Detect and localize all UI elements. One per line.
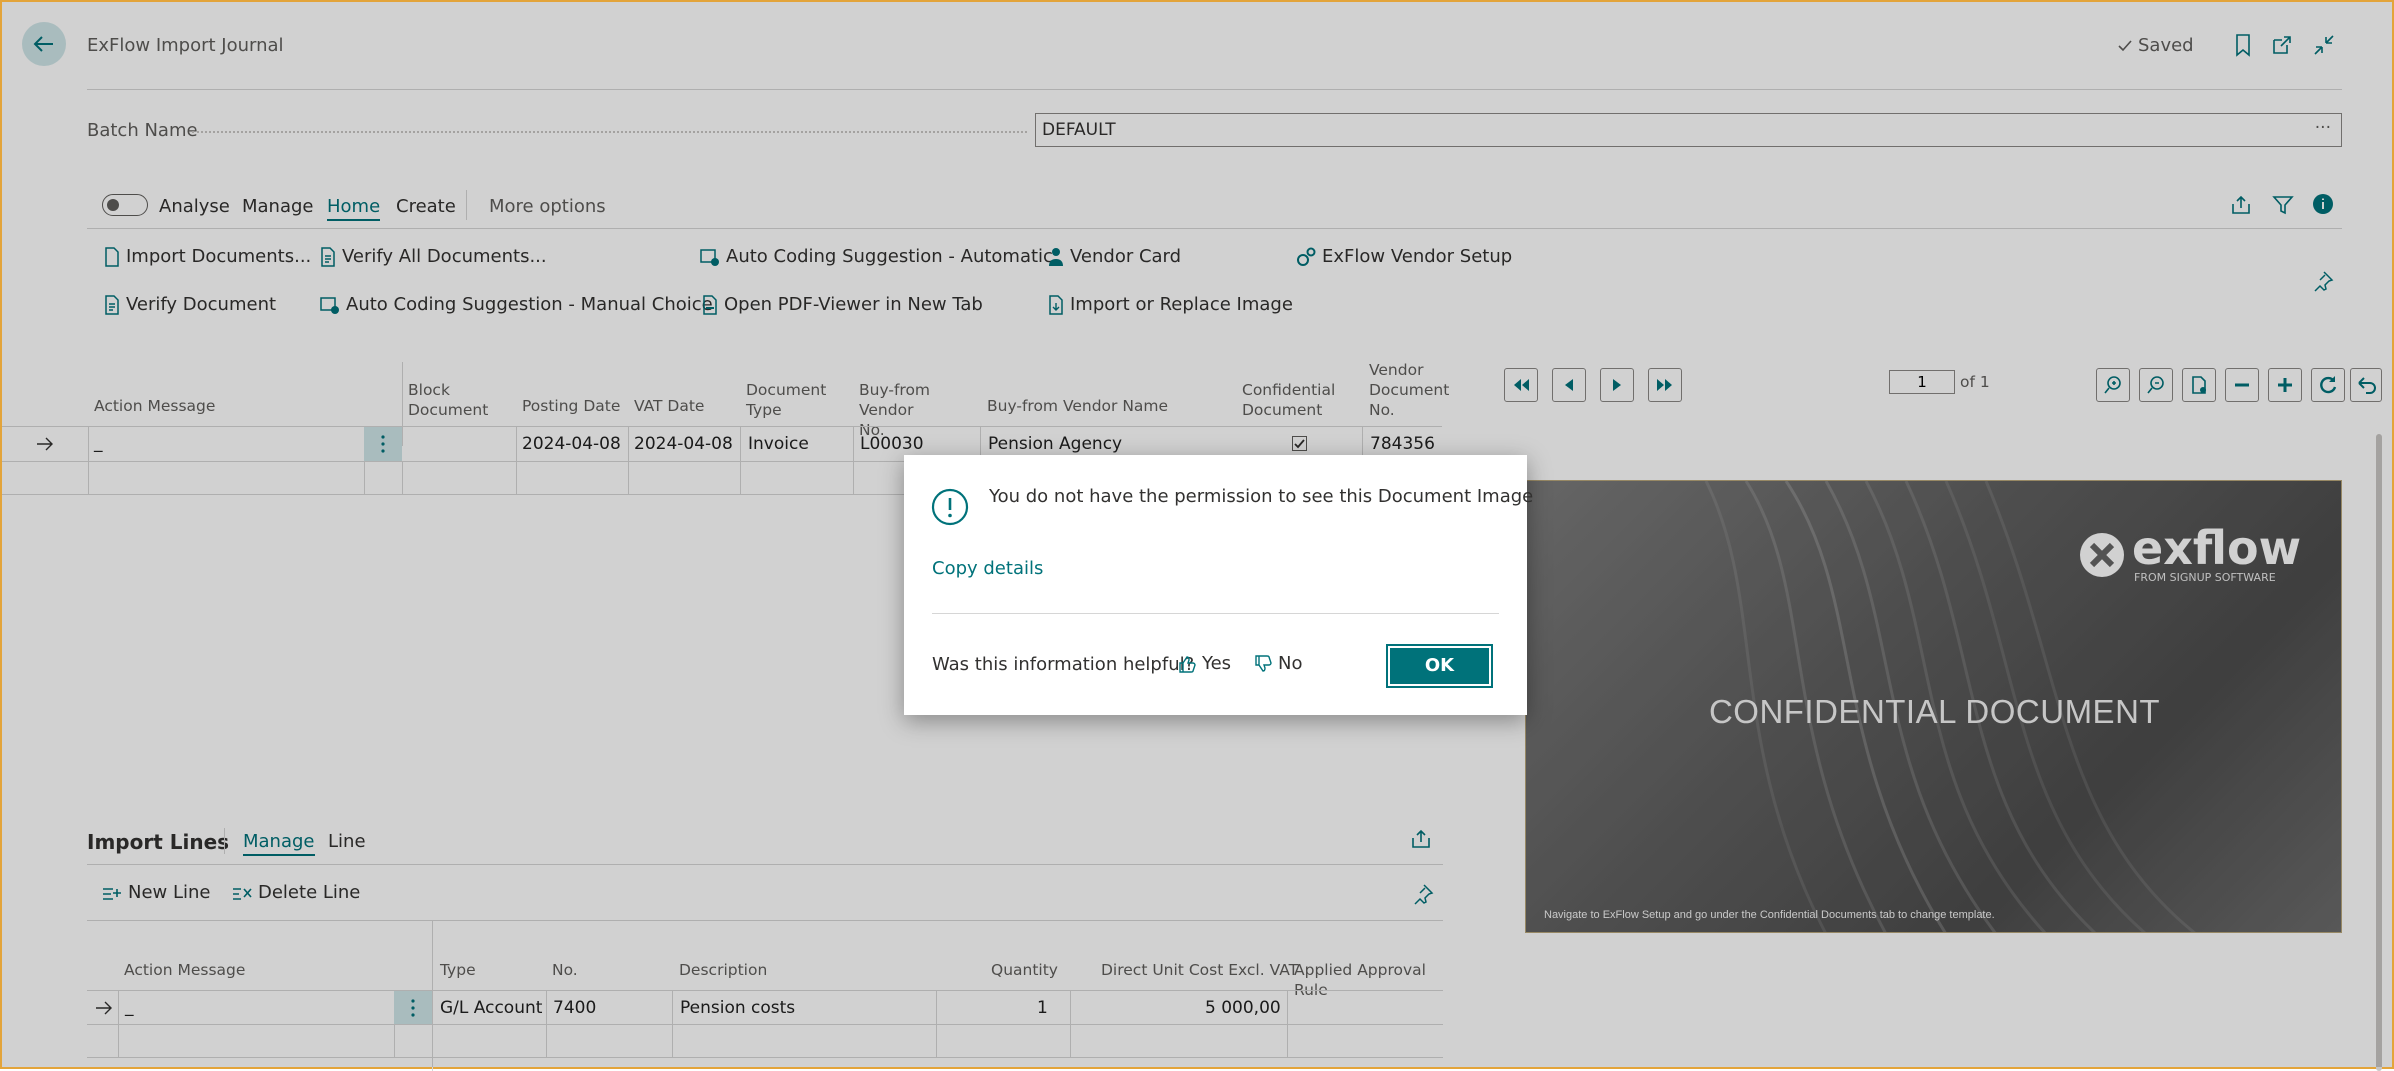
yes-button[interactable]: Yes	[1178, 653, 1231, 674]
copy-details-link[interactable]: Copy details	[932, 558, 1043, 579]
yes-label: Yes	[1202, 653, 1232, 674]
ok-button[interactable]: OK	[1386, 644, 1493, 688]
dialog-message: You do not have the permission to see th…	[989, 486, 1534, 507]
page: ExFlow Import Journal Saved Batch Name D…	[0, 0, 2394, 1071]
warning-info-icon	[931, 488, 969, 526]
thumbs-down-icon	[1255, 654, 1272, 672]
helpful-question: Was this information helpful?	[932, 654, 1195, 675]
permission-dialog: You do not have the permission to see th…	[904, 455, 1533, 715]
no-label: No	[1278, 653, 1303, 674]
thumbs-up-icon	[1179, 655, 1196, 673]
no-button[interactable]: No	[1254, 653, 1302, 674]
